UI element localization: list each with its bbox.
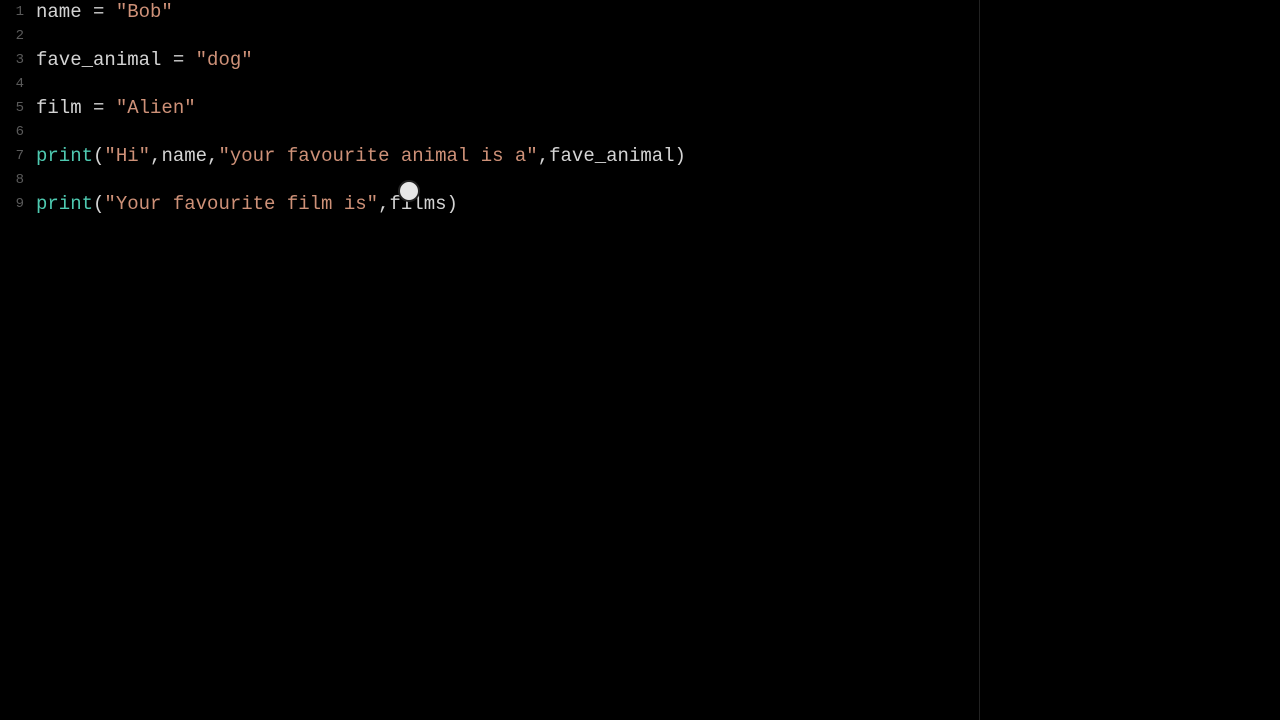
punct-token: , (378, 193, 389, 215)
string-token: "Bob" (116, 1, 173, 23)
code-line[interactable]: film = "Alien" (36, 96, 979, 120)
punct-token: ( (93, 145, 104, 167)
line-number: 8 (0, 168, 30, 192)
punct-token: ) (447, 193, 458, 215)
code-line[interactable]: print("Hi",name,"your favourite animal i… (36, 144, 979, 168)
operator-token: = (82, 1, 116, 23)
line-number: 9 (0, 192, 30, 216)
string-token: "Your favourite film is" (104, 193, 378, 215)
line-number: 7 (0, 144, 30, 168)
code-editor[interactable]: 1 2 3 4 5 6 7 8 9 name = "Bob" fave_anim… (0, 0, 1280, 720)
function-token: print (36, 145, 93, 167)
string-token: "your favourite animal is a" (218, 145, 537, 167)
line-number: 4 (0, 72, 30, 96)
code-line[interactable] (36, 72, 979, 96)
code-line[interactable] (36, 120, 979, 144)
line-number: 6 (0, 120, 30, 144)
code-line[interactable]: print("Your favourite film is",films) (36, 192, 979, 216)
line-number: 3 (0, 48, 30, 72)
variable-token: name (161, 145, 207, 167)
operator-token: = (82, 97, 116, 119)
variable-token: fave_animal (36, 49, 161, 71)
line-number-gutter: 1 2 3 4 5 6 7 8 9 (0, 0, 30, 720)
punct-token: ( (93, 193, 104, 215)
punct-token: , (538, 145, 549, 167)
code-line[interactable]: fave_animal = "dog" (36, 48, 979, 72)
operator-token: = (161, 49, 195, 71)
punct-token: ) (675, 145, 686, 167)
punct-token: , (207, 145, 218, 167)
string-token: "Hi" (104, 145, 150, 167)
line-number: 5 (0, 96, 30, 120)
variable-token: films (389, 193, 446, 215)
line-number: 2 (0, 24, 30, 48)
code-line[interactable] (36, 24, 979, 48)
code-line[interactable]: name = "Bob" (36, 0, 979, 24)
string-token: "Alien" (116, 97, 196, 119)
punct-token: , (150, 145, 161, 167)
code-line[interactable] (36, 168, 979, 192)
variable-token: name (36, 1, 82, 23)
variable-token: film (36, 97, 82, 119)
line-number: 1 (0, 0, 30, 24)
variable-token: fave_animal (549, 145, 674, 167)
string-token: "dog" (196, 49, 253, 71)
code-text-area[interactable]: name = "Bob" fave_animal = "dog" film = … (30, 0, 980, 720)
function-token: print (36, 193, 93, 215)
